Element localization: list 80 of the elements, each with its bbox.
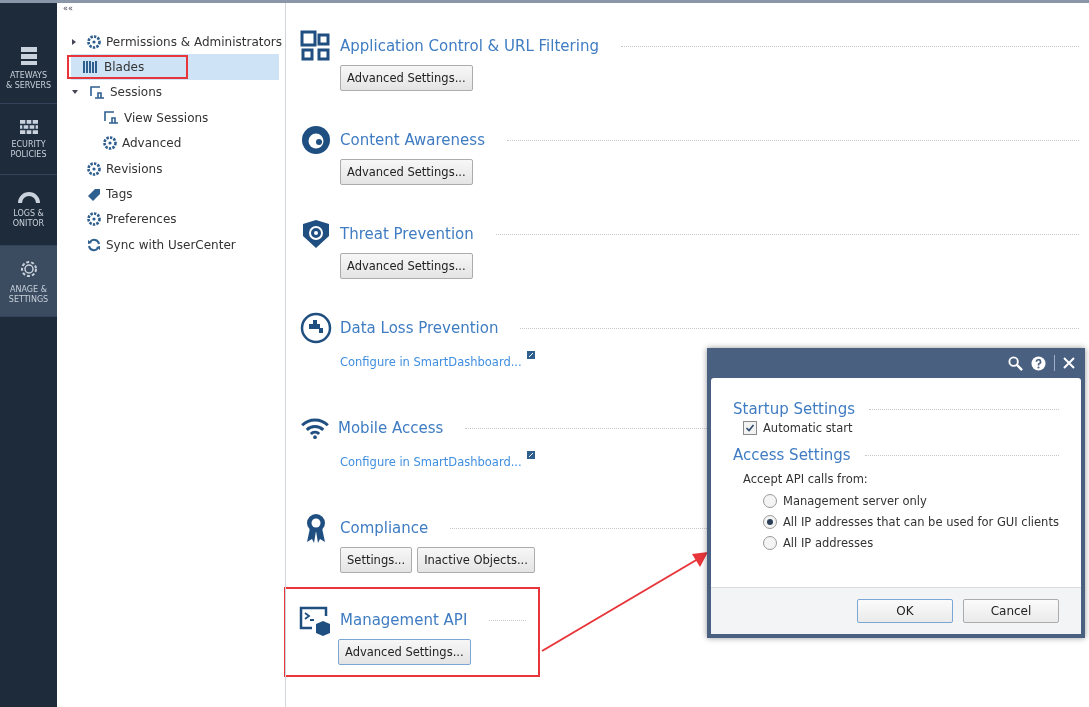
gear-icon <box>87 212 101 227</box>
nav-label: ATEWAYS <box>9 70 48 81</box>
shield-icon <box>300 218 332 250</box>
wifi-icon <box>300 417 330 439</box>
target-icon <box>300 124 332 156</box>
tree-label: Permissions & Administrators <box>106 34 282 49</box>
settings-button[interactable]: Advanced Settings... <box>340 253 473 279</box>
tree-label: View Sessions <box>124 110 209 125</box>
gear-icon <box>87 34 101 49</box>
nav-label: LOGS & <box>13 208 44 219</box>
nav-label: POLICIES <box>10 149 47 160</box>
section-title: Content Awareness <box>340 131 485 149</box>
grid-icon <box>300 30 332 62</box>
nav-item[interactable]: ANAGE & SETTINGS <box>0 246 57 317</box>
configure-link[interactable]: Configure in SmartDashboard... <box>340 447 522 469</box>
section-title: Mobile Access <box>338 419 444 437</box>
settings-button[interactable]: Settings... <box>340 547 413 573</box>
external-window-icon <box>526 451 535 459</box>
radio-label: All IP addresses <box>783 535 874 550</box>
monitor-icon <box>103 110 119 126</box>
tree-item[interactable]: Sync with UserCenter <box>71 232 285 258</box>
settings-button[interactable]: Advanced Settings... <box>340 65 473 91</box>
faucet-icon <box>300 312 332 344</box>
group-title: Access Settings <box>733 446 851 464</box>
nav-label: ECURITY <box>11 139 46 150</box>
section-title: Compliance <box>340 519 429 537</box>
nav-label: & SERVERS <box>5 80 52 91</box>
tree-item[interactable]: Permissions & Administrators <box>71 29 285 55</box>
tree-item[interactable]: Tags <box>71 181 285 207</box>
collapse-button[interactable]: «« <box>63 4 73 13</box>
radio-label: Management server only <box>783 493 927 508</box>
nav-label: ONITOR <box>12 218 45 229</box>
caret-icon[interactable] <box>72 38 76 45</box>
tree-item[interactable]: View Sessions <box>71 105 285 131</box>
gauge-icon <box>17 191 40 204</box>
tree-item[interactable]: Preferences <box>71 206 285 233</box>
settings-button[interactable]: Inactive Objects... <box>417 547 535 573</box>
external-window-icon <box>526 351 535 359</box>
radio-label: All IP addresses that can be used for GUI clients <box>783 514 1059 529</box>
tag-icon <box>87 187 101 202</box>
close-icon[interactable] <box>1063 357 1075 369</box>
search-icon[interactable] <box>1008 355 1023 371</box>
settings-button[interactable]: Advanced Settings... <box>340 159 473 185</box>
checkbox-label: Automatic start <box>763 421 853 435</box>
tree-item[interactable]: Sessions <box>71 79 285 106</box>
help-icon[interactable] <box>1031 355 1046 371</box>
nav-label: ANAGE & <box>10 284 47 295</box>
dialog-button[interactable]: OK <box>857 599 953 623</box>
configure-link[interactable]: Configure in SmartDashboard... <box>340 347 522 369</box>
tree-item[interactable]: Advanced <box>71 130 285 156</box>
gear-icon <box>103 136 117 151</box>
brick-wall-icon <box>18 118 39 135</box>
terminal-box-icon <box>298 604 332 636</box>
section-title: Data Loss Prevention <box>340 319 499 337</box>
tree-label: Sync with UserCenter <box>106 237 236 252</box>
section-title: Application Control & URL Filtering <box>340 37 599 55</box>
tree-label: Advanced <box>122 136 182 151</box>
radio-button[interactable] <box>763 493 777 508</box>
radio-button[interactable] <box>763 514 777 529</box>
section-title: Management API <box>340 611 468 629</box>
server-stack-icon <box>18 45 39 66</box>
tree-label: Preferences <box>106 212 177 227</box>
radio-button[interactable] <box>763 535 777 550</box>
tree-label: Tags <box>106 187 133 202</box>
sync-icon <box>87 237 101 252</box>
tree-item[interactable]: Revisions <box>71 155 285 182</box>
dialog-button[interactable]: Cancel <box>963 599 1059 623</box>
monitor-icon <box>89 84 105 100</box>
caret-icon[interactable] <box>72 90 78 95</box>
tree-label: Revisions <box>106 161 163 176</box>
tree-label: Sessions <box>110 85 163 100</box>
field-label: Accept API calls from: <box>743 472 869 486</box>
group-title: Startup Settings <box>733 400 855 418</box>
gear-icon <box>87 161 101 176</box>
checkbox[interactable] <box>743 421 757 435</box>
tree-label: Blades <box>104 60 145 75</box>
nav-label: SETTINGS <box>8 294 49 305</box>
bars-icon <box>83 60 99 75</box>
section-title: Threat Prevention <box>340 225 474 243</box>
settings-button[interactable]: Advanced Settings... <box>338 639 471 665</box>
